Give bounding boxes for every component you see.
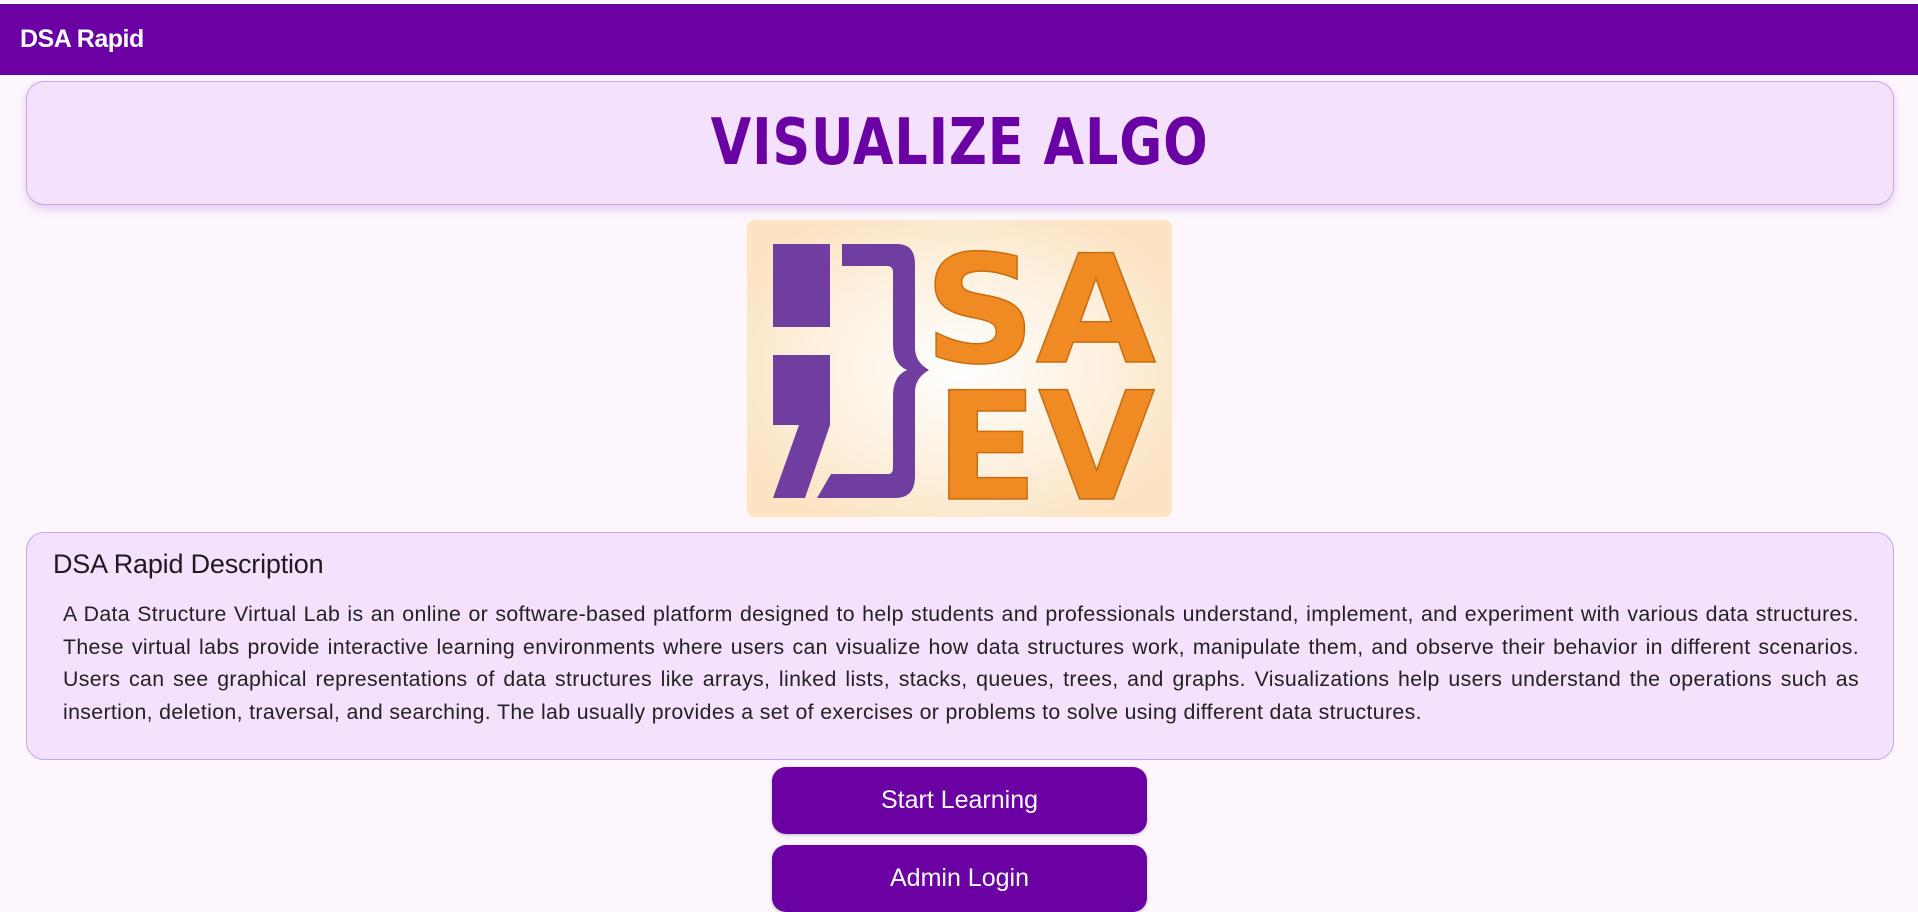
description-title: DSA Rapid Description [53,549,324,579]
description-body: A Data Structure Virtual Lab is an onlin… [63,602,1859,724]
description-card: DSA Rapid Description A Data Structure V… [26,532,1894,760]
app-bar: DSA Rapid [0,4,1918,75]
logo-text-line2: EV [935,361,1155,517]
admin-login-button[interactable]: Admin Login [772,845,1147,912]
hero-title: VISUALIZE ALGO [711,106,1209,180]
app-title: DSA Rapid [20,25,144,53]
dsa-logo: SA EV [747,220,1172,517]
start-learning-button[interactable]: Start Learning [772,767,1147,834]
hero-banner: VISUALIZE ALGO [26,81,1894,205]
logo-dot-shape [773,244,830,327]
